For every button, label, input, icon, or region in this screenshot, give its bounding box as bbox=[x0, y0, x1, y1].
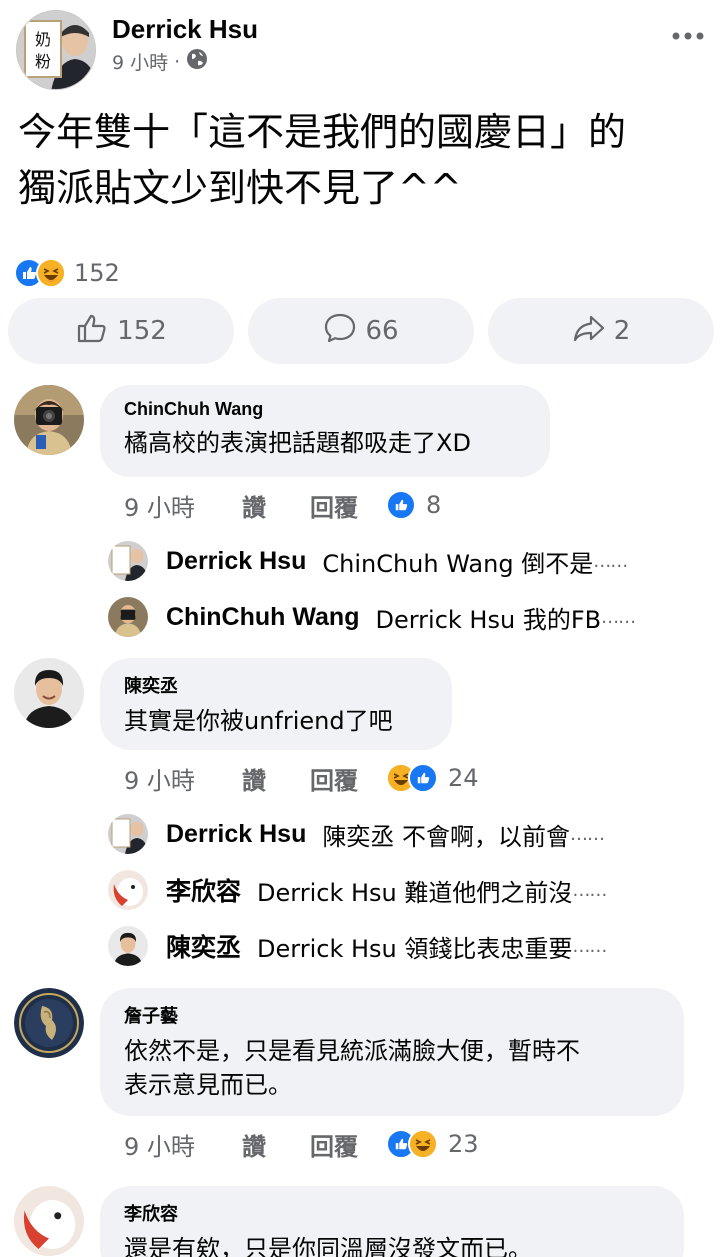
reply-avatar bbox=[108, 870, 148, 910]
like-reaction-icon bbox=[408, 763, 438, 793]
reaction-count: 152 bbox=[74, 259, 120, 287]
reply-ellipsis: …… bbox=[572, 935, 607, 957]
post-author-name[interactable]: Derrick Hsu bbox=[112, 14, 258, 45]
comment-text: 橘高校的表演把話題都吸走了XD bbox=[124, 429, 471, 457]
comment-icon bbox=[323, 311, 357, 352]
comment-text: 依然不是，只是看見統派滿臉大便，暫時不 表示意見而已。 bbox=[124, 1034, 660, 1102]
comment-time[interactable]: 9 小時 bbox=[124, 488, 242, 523]
reply-snippet: 陳奕丞 不會啊，以前會 bbox=[322, 822, 570, 851]
commenter-name[interactable]: 李欣容 bbox=[124, 1200, 660, 1226]
reply-snippet: Derrick Hsu 我的FB bbox=[375, 605, 602, 634]
reply-author[interactable]: 李欣容 bbox=[166, 872, 241, 908]
comment-like-button[interactable]: 讚 bbox=[242, 1127, 310, 1162]
author-avatar[interactable]: 奶 粉 bbox=[16, 10, 96, 90]
more-options-icon[interactable] bbox=[672, 14, 704, 49]
commenter-avatar[interactable] bbox=[14, 385, 84, 455]
commenter-name[interactable]: 陳奕丞 bbox=[124, 672, 428, 698]
post-text-line-2: 獨派貼文少到快不見了^^ bbox=[18, 166, 462, 210]
comment-reaction-count[interactable]: 23 bbox=[448, 1130, 479, 1158]
comment-time[interactable]: 9 小時 bbox=[124, 761, 242, 796]
comment-bubble: ChinChuh Wang 橘高校的表演把話題都吸走了XD bbox=[100, 385, 550, 477]
post-body: 今年雙十「這不是我們的國慶日」的 獨派貼文少到快不見了^^ bbox=[18, 104, 708, 216]
comment-text-line-2: 表示意見而已。 bbox=[124, 1071, 292, 1099]
post-header: 奶 粉 Derrick Hsu 9 小時 · bbox=[0, 0, 720, 96]
comment-like-button[interactable]: 讚 bbox=[242, 761, 310, 796]
comment-reply-button[interactable]: 回覆 bbox=[310, 761, 378, 796]
post-time[interactable]: 9 小時 bbox=[112, 48, 168, 75]
reply-author[interactable]: 陳奕丞 bbox=[166, 928, 241, 964]
comment-reply-button[interactable]: 回覆 bbox=[310, 488, 378, 523]
comment-actions: 9 小時 讚 回覆 24 bbox=[124, 760, 479, 796]
reply-avatar bbox=[108, 926, 148, 966]
reply-ellipsis: …… bbox=[601, 606, 636, 628]
commenter-name[interactable]: ChinChuh Wang bbox=[124, 399, 526, 420]
share-button[interactable]: 2 bbox=[488, 298, 714, 364]
haha-reaction-icon bbox=[408, 1129, 438, 1159]
reply-ellipsis: …… bbox=[593, 550, 628, 572]
commenter-avatar[interactable] bbox=[14, 988, 84, 1058]
comment-reply-button[interactable]: 回覆 bbox=[310, 1127, 378, 1162]
like-button[interactable]: 152 bbox=[8, 298, 234, 364]
reply-preview[interactable]: 陳奕丞 Derrick Hsu 領錢比表忠重要 …… bbox=[108, 924, 607, 968]
share-icon bbox=[572, 311, 606, 352]
comment-actions: 9 小時 讚 回覆 23 bbox=[124, 1126, 479, 1162]
reply-author[interactable]: Derrick Hsu bbox=[166, 547, 306, 576]
like-reaction-icon bbox=[386, 490, 416, 520]
reply-avatar bbox=[108, 597, 148, 637]
meta-separator: · bbox=[174, 50, 181, 73]
comment-reaction-count[interactable]: 24 bbox=[448, 764, 479, 792]
comment-time[interactable]: 9 小時 bbox=[124, 1127, 242, 1162]
comment-like-button[interactable]: 讚 bbox=[242, 488, 310, 523]
commenter-avatar[interactable] bbox=[14, 1186, 84, 1256]
haha-reaction-icon bbox=[36, 258, 66, 288]
reply-ellipsis: …… bbox=[570, 823, 605, 845]
reply-avatar bbox=[108, 814, 148, 854]
like-count: 152 bbox=[117, 316, 167, 346]
reply-preview[interactable]: ChinChuh Wang Derrick Hsu 我的FB …… bbox=[108, 595, 636, 639]
post-meta: 9 小時 · bbox=[112, 48, 208, 75]
commenter-avatar[interactable] bbox=[14, 658, 84, 728]
comment-bubble: 陳奕丞 其實是你被unfriend了吧 bbox=[100, 658, 452, 750]
comment-count: 66 bbox=[365, 316, 399, 346]
commenter-name[interactable]: 詹子藝 bbox=[124, 1002, 660, 1028]
share-count: 2 bbox=[613, 316, 631, 346]
comment-bubble: 詹子藝 依然不是，只是看見統派滿臉大便，暫時不 表示意見而已。 bbox=[100, 988, 684, 1116]
globe-icon bbox=[186, 48, 208, 75]
comment-text: 還是有欸，只是你同溫層沒發文而已。 bbox=[124, 1235, 532, 1257]
reply-preview[interactable]: Derrick Hsu ChinChuh Wang 倒不是 …… bbox=[108, 539, 628, 583]
svg-text:奶: 奶 bbox=[35, 30, 51, 49]
reply-snippet: Derrick Hsu 領錢比表忠重要 bbox=[257, 934, 573, 963]
reply-ellipsis: …… bbox=[572, 879, 607, 901]
thumbs-up-icon bbox=[75, 311, 109, 352]
reply-avatar bbox=[108, 541, 148, 581]
post-action-bar: 152 66 2 bbox=[8, 298, 714, 364]
reply-snippet: ChinChuh Wang 倒不是 bbox=[322, 549, 594, 578]
svg-text:粉: 粉 bbox=[35, 52, 51, 71]
comment-text: 其實是你被unfriend了吧 bbox=[124, 707, 393, 735]
comment-bubble: 李欣容 還是有欸，只是你同溫層沒發文而已。 bbox=[100, 1186, 684, 1257]
reaction-summary[interactable]: 152 bbox=[14, 256, 120, 290]
post-text-line-1: 今年雙十「這不是我們的國慶日」的 bbox=[18, 110, 627, 154]
reply-author[interactable]: Derrick Hsu bbox=[166, 820, 306, 849]
comment-button[interactable]: 66 bbox=[248, 298, 474, 364]
reply-preview[interactable]: Derrick Hsu 陳奕丞 不會啊，以前會 …… bbox=[108, 812, 605, 856]
comment-reaction-count[interactable]: 8 bbox=[426, 491, 441, 519]
reply-snippet: Derrick Hsu 難道他們之前沒 bbox=[257, 878, 573, 907]
comment-actions: 9 小時 讚 回覆 8 bbox=[124, 487, 441, 523]
comment-text-line-1: 依然不是，只是看見統派滿臉大便，暫時不 bbox=[124, 1037, 580, 1065]
reply-preview[interactable]: 李欣容 Derrick Hsu 難道他們之前沒 …… bbox=[108, 868, 607, 912]
reply-author[interactable]: ChinChuh Wang bbox=[166, 603, 359, 632]
